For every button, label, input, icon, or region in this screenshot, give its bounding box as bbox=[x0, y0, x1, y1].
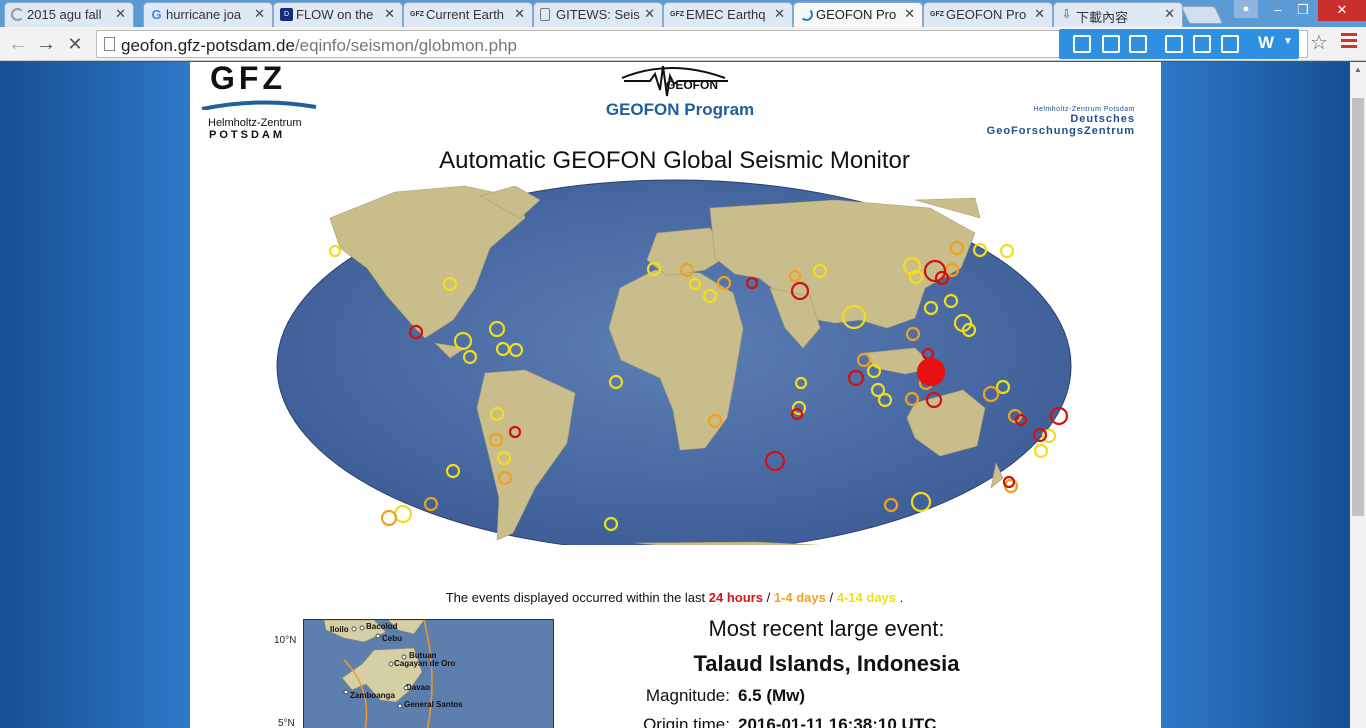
close-icon[interactable]: ✕ bbox=[904, 6, 915, 22]
chevron-down-icon[interactable]: ▼ bbox=[1283, 36, 1293, 47]
extension-add-icon[interactable] bbox=[1193, 35, 1211, 53]
new-tab-button[interactable] bbox=[1180, 6, 1224, 24]
tab-5[interactable]: GITEWS: Seis ✕ bbox=[533, 2, 663, 27]
gfz-wordmark[interactable]: Helmholtz-Zentrum Potsdam Deutsches GeoF… bbox=[987, 106, 1135, 137]
svg-text:Cebu: Cebu bbox=[382, 634, 402, 643]
svg-text:Iloilo: Iloilo bbox=[330, 625, 349, 634]
tab-4[interactable]: GFZ Current Earth ✕ bbox=[403, 2, 533, 27]
user-icon[interactable]: ● bbox=[1234, 0, 1258, 18]
loading-icon bbox=[11, 8, 24, 21]
svg-text:General Santos: General Santos bbox=[404, 700, 463, 709]
tab-2[interactable]: Ghurricane joa ✕ bbox=[143, 2, 273, 27]
map-bottom-strip bbox=[275, 545, 1075, 558]
close-window-button[interactable]: ✕ bbox=[1318, 0, 1366, 21]
tab-6[interactable]: GFZ EMEC Earthq ✕ bbox=[663, 2, 793, 27]
extension-grid-icon[interactable] bbox=[1221, 35, 1239, 53]
extension-note-icon[interactable] bbox=[1073, 35, 1091, 53]
regional-map-svg: Iloilo Bacolod Cebu Butuan Cagayan de Or… bbox=[304, 620, 553, 728]
close-icon[interactable]: ✕ bbox=[115, 6, 126, 22]
darts-icon: D bbox=[280, 8, 293, 21]
world-map-svg bbox=[275, 179, 1075, 558]
extension-box-icon[interactable] bbox=[1165, 35, 1183, 53]
close-icon[interactable]: ✕ bbox=[774, 6, 785, 22]
geofon-program-link[interactable]: GEOFON Program bbox=[590, 100, 770, 120]
gfz-icon: GFZ bbox=[670, 11, 684, 18]
origin-time-label: Origin time: bbox=[643, 715, 730, 728]
minimize-button[interactable]: – bbox=[1268, 0, 1288, 21]
gfz-icon: GFZ bbox=[930, 11, 944, 18]
back-button[interactable]: ← bbox=[5, 31, 31, 57]
page-scrollbar[interactable]: ▲ bbox=[1350, 62, 1366, 728]
gfz-logo[interactable]: GFZ Helmholtz-Zentrum POTSDAM bbox=[200, 62, 320, 142]
menu-icon[interactable] bbox=[1341, 33, 1357, 49]
page-icon bbox=[104, 37, 115, 51]
extension-check-icon[interactable] bbox=[1129, 35, 1147, 53]
forward-button[interactable]: → bbox=[33, 31, 59, 57]
gfz-swoosh-icon bbox=[201, 100, 317, 110]
gfz-icon: GFZ bbox=[410, 11, 424, 18]
scroll-thumb[interactable] bbox=[1352, 98, 1364, 516]
regional-map[interactable]: Iloilo Bacolod Cebu Butuan Cagayan de Or… bbox=[303, 619, 554, 728]
geofon-logo-text: GEOFON bbox=[666, 78, 719, 92]
restore-button[interactable]: ❐ bbox=[1292, 0, 1314, 21]
extension-folder-icon[interactable] bbox=[1102, 35, 1120, 53]
tab-9[interactable]: ⇩ 下載內容 ✕ bbox=[1053, 2, 1183, 27]
browser-toolbar: ← → ✕ geofon.gfz-potsdam.de/eqinfo/seism… bbox=[0, 27, 1366, 61]
tab-7-active[interactable]: GEOFON Pro ✕ bbox=[793, 2, 923, 27]
origin-time-value: 2016-01-11 16:38:10 UTC bbox=[738, 715, 937, 728]
loading-icon bbox=[800, 8, 813, 21]
lat-label-top: 10°N bbox=[274, 635, 297, 646]
svg-text:Davao: Davao bbox=[406, 683, 430, 692]
page-icon bbox=[540, 8, 550, 21]
tab-3[interactable]: D FLOW on the ✕ bbox=[273, 2, 403, 27]
close-icon[interactable]: ✕ bbox=[384, 6, 395, 22]
close-icon[interactable]: ✕ bbox=[644, 6, 655, 22]
page-title: Automatic GEOFON Global Seismic Monitor bbox=[439, 147, 910, 174]
page-viewport: GFZ Helmholtz-Zentrum POTSDAM GEOFON GEO… bbox=[0, 62, 1350, 728]
download-icon: ⇩ bbox=[1061, 7, 1072, 21]
svg-text:Zamboanga: Zamboanga bbox=[350, 691, 395, 700]
recent-event-heading: Most recent large event: bbox=[708, 616, 945, 641]
tab-strip: 2015 agu fall ✕ Ghurricane joa ✕ D FLOW on … bbox=[0, 0, 1366, 27]
url-text[interactable]: geofon.gfz-potsdam.de/eqinfo/seismon/glo… bbox=[121, 36, 517, 56]
tab-1[interactable]: 2015 agu fall ✕ bbox=[4, 2, 134, 27]
latest-event-marker[interactable] bbox=[916, 357, 946, 387]
extension-toolbar: W ▼ bbox=[1059, 29, 1299, 59]
world-seismic-map[interactable] bbox=[275, 178, 1075, 558]
stop-button[interactable]: ✕ bbox=[62, 31, 88, 57]
scroll-up-icon[interactable]: ▲ bbox=[1350, 65, 1366, 74]
magnitude-label: Magnitude: bbox=[645, 686, 730, 705]
bookmark-star-icon[interactable]: ☆ bbox=[1310, 30, 1328, 55]
extension-w-icon[interactable]: W bbox=[1258, 33, 1274, 53]
magnitude-value: 6.5 (Mw) bbox=[738, 686, 806, 705]
close-icon[interactable]: ✕ bbox=[514, 6, 525, 22]
close-icon[interactable]: ✕ bbox=[1034, 6, 1045, 22]
google-icon: G bbox=[151, 7, 162, 22]
close-icon[interactable]: ✕ bbox=[1164, 6, 1175, 22]
svg-text:Bacolod: Bacolod bbox=[366, 622, 398, 631]
event-age-legend: The events displayed occurred within the… bbox=[445, 590, 904, 605]
lat-label-bottom: 5°N bbox=[278, 718, 295, 728]
recent-event-region[interactable]: Talaud Islands, Indonesia bbox=[630, 651, 1023, 677]
svg-text:Cagayan de Oro: Cagayan de Oro bbox=[394, 659, 455, 668]
page-content: GFZ Helmholtz-Zentrum POTSDAM GEOFON GEO… bbox=[190, 62, 1161, 728]
tab-8[interactable]: GFZ GEOFON Pro ✕ bbox=[923, 2, 1053, 27]
close-icon[interactable]: ✕ bbox=[254, 6, 265, 22]
